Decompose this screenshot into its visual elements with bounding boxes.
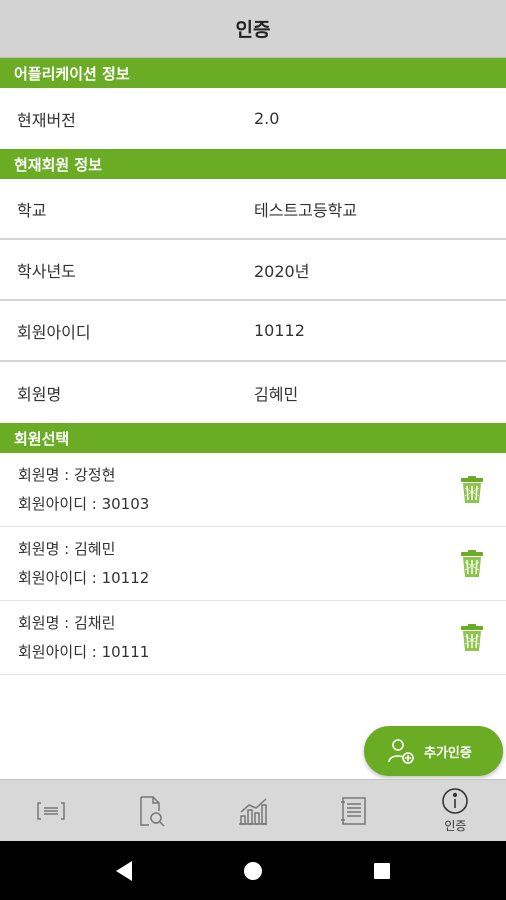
add-auth-label: 추가인증 [424,745,472,761]
section-header-member-info: 현재회원 정보 [0,149,506,179]
trash-icon[interactable] [458,623,486,653]
info-row-school: 학교 테스트고등학교 [0,179,506,240]
info-label: 학사년도 [17,261,76,281]
info-value: 2.0 [254,109,280,128]
page-title: 인증 [235,19,271,41]
member-name-text: 회원명 : 김채린 [18,613,116,632]
recents-icon[interactable] [362,851,402,891]
info-label: 현재버전 [17,110,76,130]
member-id-text: 회원아이디 : 10112 [18,568,150,587]
member-id-text: 회원아이디 : 30103 [18,494,150,513]
nav-label-auth: 인증 [444,819,467,833]
notice-board-icon [36,800,66,822]
document-search-icon [137,795,167,827]
add-user-icon [386,736,416,766]
section-header-app-info: 어플리케이션 정보 [0,58,506,88]
info-value: 2020년 [254,261,310,281]
info-value: 김혜민 [254,384,299,404]
member-name-text: 회원명 : 김혜민 [18,539,116,558]
add-auth-button[interactable]: 추가인증 [364,726,503,776]
info-label: 회원아이디 [17,322,91,342]
member-name-text: 회원명 : 강정현 [18,465,116,484]
list-document-icon [340,796,368,826]
nav-item-list[interactable] [304,780,405,841]
trash-icon[interactable] [458,475,486,505]
section-header-member-select: 회원선택 [0,423,506,453]
info-row-member-name: 회원명 김혜민 [0,362,506,423]
top-app-bar: 인증 [0,0,506,58]
info-label: 학교 [17,200,47,220]
info-icon [441,787,469,815]
list-item[interactable]: 회원명 : 김혜민 회원아이디 : 10112 [0,527,506,601]
list-item[interactable]: 회원명 : 강정현 회원아이디 : 30103 [0,453,506,527]
info-row-version: 현재버전 2.0 [0,88,506,149]
info-value: 10112 [254,321,305,340]
info-row-year: 학사년도 2020년 [0,240,506,301]
info-label: 회원명 [17,384,62,404]
home-icon[interactable] [233,851,273,891]
trash-icon[interactable] [458,549,486,579]
nav-item-notice[interactable] [0,780,101,841]
nav-item-chart[interactable] [202,780,303,841]
member-list: 회원명 : 강정현 회원아이디 : 30103 회원명 : 김혜민 회원아이디 … [0,453,506,675]
nav-item-auth[interactable]: 인증 [405,780,506,841]
system-navigation-bar [0,841,506,900]
nav-item-search[interactable] [101,780,202,841]
list-item[interactable]: 회원명 : 김채린 회원아이디 : 10111 [0,601,506,675]
back-icon[interactable] [104,851,144,891]
bar-chart-icon [237,796,269,826]
info-row-member-id: 회원아이디 10112 [0,301,506,362]
member-id-text: 회원아이디 : 10111 [18,642,150,661]
info-value: 테스트고등학교 [254,200,358,220]
bottom-navigation: 인증 [0,779,506,841]
